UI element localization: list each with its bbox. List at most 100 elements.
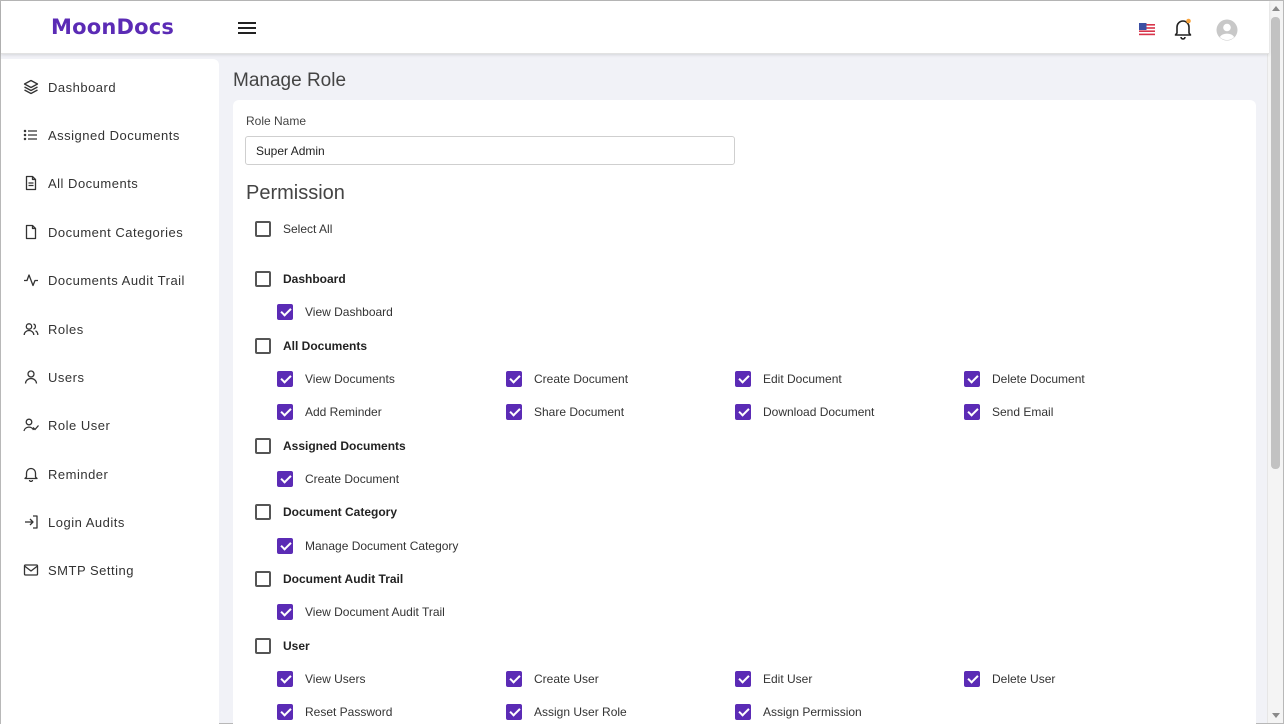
checkbox-box[interactable] [735,371,751,387]
permission-label: Share Document [534,405,625,419]
sidebar-item-roles[interactable]: Roles [23,317,213,341]
checkbox-box[interactable] [506,704,522,720]
permission-checkbox-create-user[interactable]: Create User [506,671,599,687]
sidebar-item-users[interactable]: Users [23,365,213,389]
permission-label: Download Document [763,405,875,419]
checkbox-box[interactable] [255,638,271,654]
checkbox-box[interactable] [277,471,293,487]
permission-checkbox-send-email[interactable]: Send Email [964,404,1053,420]
role-name-input[interactable] [245,136,735,165]
permission-label: Edit Document [763,372,842,386]
top-bar: MoonDocs [1,1,1269,54]
scrollbar-thumb[interactable] [1271,17,1280,469]
permission-label: Edit User [763,672,813,686]
permission-label: View Documents [305,372,395,386]
checkbox-box[interactable] [735,704,751,720]
sidebar-item-dashboard[interactable]: Dashboard [23,75,213,99]
permission-checkbox-edit-document[interactable]: Edit Document [735,371,842,387]
sidebar-item-documents-audit-trail[interactable]: Documents Audit Trail [23,268,213,292]
checkbox-box[interactable] [255,438,271,454]
checkbox-box[interactable] [255,221,271,237]
permission-checkbox-edit-user[interactable]: Edit User [735,671,812,687]
permission-checkbox-delete-document[interactable]: Delete Document [964,371,1085,387]
scroll-down-arrow-icon[interactable] [1272,713,1280,718]
checkbox-box[interactable] [506,671,522,687]
checkbox-box[interactable] [277,304,293,320]
sidebar-item-label: Documents Audit Trail [48,272,185,288]
users-icon [23,323,39,336]
sidebar-item-all-documents[interactable]: All Documents [23,171,213,195]
hamburger-menu-icon[interactable] [238,22,256,36]
sidebar-item-login-audits[interactable]: Login Audits [23,510,213,534]
scroll-up-arrow-icon[interactable] [1272,6,1280,11]
sidebar-item-label: Assigned Documents [48,127,180,143]
permission-checkbox-delete-user[interactable]: Delete User [964,671,1055,687]
sidebar-item-label: Reminder [48,466,109,482]
checkbox-box[interactable] [735,404,751,420]
sidebar-item-label: Dashboard [48,79,117,95]
checkbox-box[interactable] [277,404,293,420]
sidebar-item-label: Document Categories [48,224,184,240]
permission-label: Assign User Role [534,705,627,719]
us-flag-icon[interactable] [1139,23,1155,37]
permission-label: Reset Password [305,705,393,719]
permission-checkbox-manage-document-category[interactable]: Manage Document Category [277,538,458,554]
permission-checkbox-share-document[interactable]: Share Document [506,404,624,420]
group-label: All Documents [283,339,368,353]
permission-checkbox-create-document[interactable]: Create Document [506,371,628,387]
app-logo[interactable]: MoonDocs [51,15,174,39]
page-scrollbar[interactable] [1267,1,1283,723]
checkbox-box[interactable] [735,671,751,687]
checkbox-box[interactable] [277,371,293,387]
checkbox-box[interactable] [255,338,271,354]
checkbox-box[interactable] [964,671,980,687]
group-checkbox-assigned-documents[interactable]: Assigned Documents [255,438,406,454]
checkbox-box[interactable] [506,404,522,420]
user-check-icon [23,418,39,432]
sidebar-item-smtp-setting[interactable]: SMTP Setting [23,558,213,582]
sidebar-item-reminder[interactable]: Reminder [23,462,213,486]
permission-label: Create User [534,672,599,686]
group-checkbox-document-category[interactable]: Document Category [255,504,397,520]
checkbox-box[interactable] [964,371,980,387]
user-avatar-icon[interactable] [1216,19,1238,41]
checkbox-box[interactable] [255,504,271,520]
permission-checkbox-assign-permission[interactable]: Assign Permission [735,704,862,720]
permission-checkbox-assign-user-role[interactable]: Assign User Role [506,704,627,720]
sidebar-item-role-user[interactable]: Role User [23,413,213,437]
permission-checkbox-download-document[interactable]: Download Document [735,404,874,420]
sidebar-item-label: Users [48,369,85,385]
group-checkbox-dashboard[interactable]: Dashboard [255,271,346,287]
checkbox-box[interactable] [255,571,271,587]
sidebar-item-assigned-documents[interactable]: Assigned Documents [23,123,213,147]
group-checkbox-user[interactable]: User [255,638,310,654]
sidebar-item-label: SMTP Setting [48,562,134,578]
permission-checkbox-view-document-audit-trail[interactable]: View Document Audit Trail [277,604,445,620]
permission-checkbox-reset-password[interactable]: Reset Password [277,704,392,720]
group-label: Assigned Documents [283,439,406,453]
page-title: Manage Role [233,70,347,91]
checkbox-box[interactable] [964,404,980,420]
permission-checkbox-add-reminder[interactable]: Add Reminder [277,404,382,420]
sidebar-item-label: Roles [48,321,84,337]
group-checkbox-all-documents[interactable]: All Documents [255,338,367,354]
permission-checkbox-view-users[interactable]: View Users [277,671,365,687]
checkbox-box[interactable] [506,371,522,387]
permission-label: View Dashboard [305,305,393,319]
checkbox-box[interactable] [277,704,293,720]
sidebar-item-document-categories[interactable]: Document Categories [23,220,213,244]
list-icon [23,129,37,141]
mail-icon [23,564,39,576]
checkbox-box[interactable] [255,271,271,287]
checkbox-box[interactable] [277,604,293,620]
permission-checkbox-create-assigned-document[interactable]: Create Document [277,471,399,487]
permission-checkbox-view-dashboard[interactable]: View Dashboard [277,304,393,320]
group-checkbox-document-audit-trail[interactable]: Document Audit Trail [255,571,403,587]
notification-bell-icon[interactable] [1173,18,1193,40]
select-all-checkbox[interactable]: Select All [255,221,332,237]
checkbox-box[interactable] [277,538,293,554]
sidebar-item-label: Role User [48,417,111,433]
checkbox-box[interactable] [277,671,293,687]
bell-icon [24,467,38,482]
permission-checkbox-view-documents[interactable]: View Documents [277,371,395,387]
